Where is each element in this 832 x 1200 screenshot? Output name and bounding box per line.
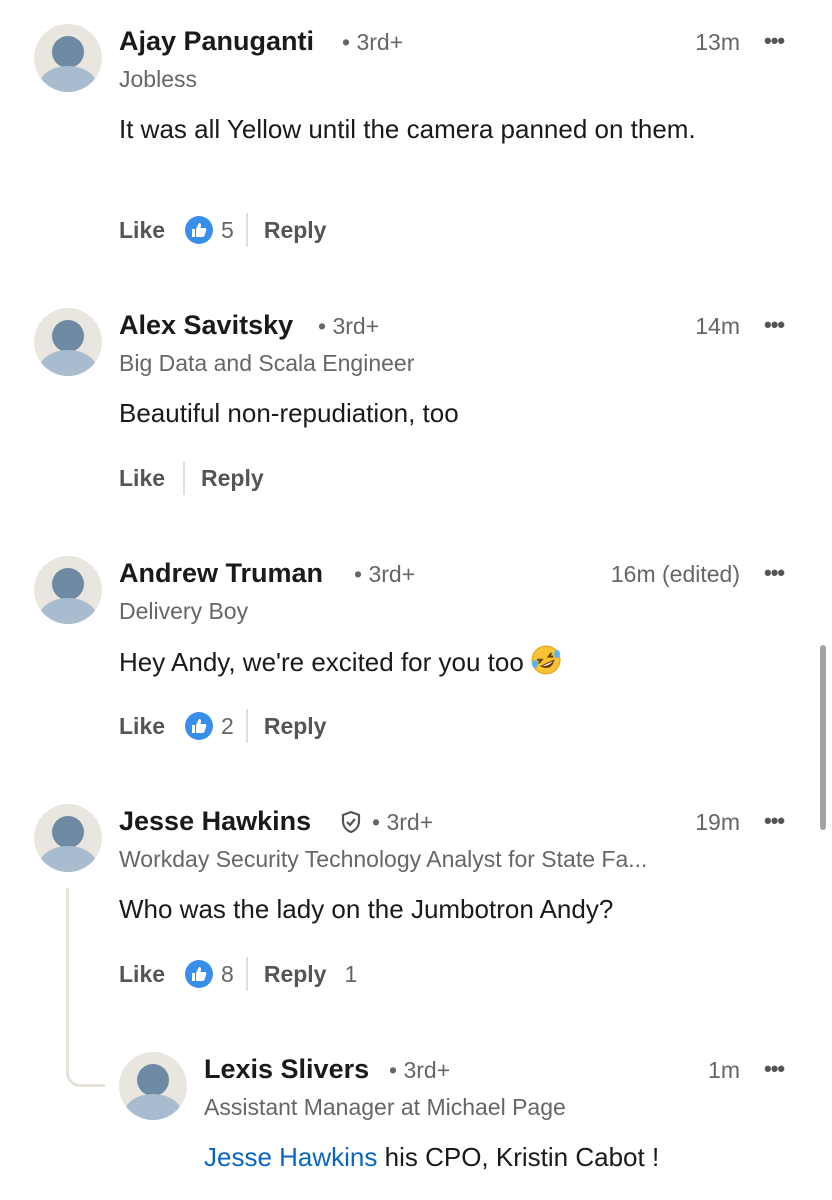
- timestamp: 14m: [695, 313, 740, 339]
- reply-count[interactable]: 1: [344, 961, 357, 988]
- timestamp: 1m: [708, 1057, 740, 1083]
- avatar[interactable]: [119, 1052, 187, 1120]
- commenter-name[interactable]: Andrew Truman: [119, 558, 323, 589]
- like-reaction-icon[interactable]: [185, 960, 214, 988]
- reply-button[interactable]: Reply: [264, 713, 327, 740]
- commenter-headline: Delivery Boy: [119, 598, 249, 624]
- comment-text: Beautiful non-repudiation, too: [119, 398, 459, 428]
- mention-link[interactable]: Jesse Hawkins: [204, 1142, 377, 1172]
- like-reaction-icon[interactable]: [185, 216, 214, 244]
- comment-actions: Like Reply: [119, 460, 264, 496]
- comment-actions: Like 5 Reply: [119, 212, 326, 248]
- comment-text: Hey Andy, we're excited for you too: [119, 644, 739, 680]
- commenter-headline: Jobless: [119, 66, 197, 92]
- more-options-icon[interactable]: •••: [764, 560, 785, 586]
- reply-button[interactable]: Reply: [201, 465, 264, 492]
- more-options-icon[interactable]: •••: [764, 1056, 785, 1082]
- commenter-name[interactable]: Alex Savitsky: [119, 310, 293, 341]
- comment-actions: Like 8 Reply 1: [119, 956, 357, 992]
- connection-degree: • 3rd+: [318, 313, 380, 339]
- timestamp: 19m: [695, 809, 740, 835]
- connection-degree: • 3rd+: [389, 1057, 451, 1083]
- reaction-count[interactable]: 2: [221, 713, 234, 740]
- commenter-headline: Big Data and Scala Engineer: [119, 350, 415, 376]
- like-button[interactable]: Like: [119, 465, 165, 492]
- like-button[interactable]: Like: [119, 713, 165, 740]
- more-options-icon[interactable]: •••: [764, 28, 785, 54]
- timestamp: 13m: [695, 29, 740, 55]
- divider: [245, 709, 248, 743]
- verified-shield-icon[interactable]: [340, 810, 362, 834]
- comment-text: It was all Yellow until the camera panne…: [119, 114, 696, 144]
- like-button[interactable]: Like: [119, 217, 165, 244]
- reaction-count[interactable]: 5: [221, 217, 234, 244]
- connection-degree: • 3rd+: [354, 561, 416, 587]
- avatar[interactable]: [34, 308, 102, 376]
- commenter-name[interactable]: Lexis Slivers: [204, 1054, 369, 1085]
- avatar[interactable]: [34, 804, 102, 872]
- more-options-icon[interactable]: •••: [764, 808, 785, 834]
- commenter-name[interactable]: Ajay Panuganti: [119, 26, 314, 57]
- comment-text: Jesse Hawkins his CPO, Kristin Cabot !: [204, 1142, 660, 1172]
- divider: [245, 213, 248, 247]
- connection-degree: • 3rd+: [342, 29, 404, 55]
- divider: [183, 461, 186, 495]
- like-reaction-icon[interactable]: [185, 712, 214, 740]
- commenter-headline: Assistant Manager at Michael Page: [204, 1094, 566, 1120]
- connection-degree: • 3rd+: [372, 809, 434, 835]
- avatar[interactable]: [34, 24, 102, 92]
- divider: [245, 957, 248, 991]
- comment-actions: Like 2 Reply: [119, 708, 326, 744]
- reply-button[interactable]: Reply: [264, 961, 327, 988]
- thread-connector-line: [66, 888, 105, 1087]
- scrollbar[interactable]: [820, 645, 826, 830]
- avatar[interactable]: [34, 556, 102, 624]
- reply-button[interactable]: Reply: [264, 217, 327, 244]
- reaction-count[interactable]: 8: [221, 961, 234, 988]
- timestamp: 16m (edited): [610, 561, 740, 587]
- comment-text: Who was the lady on the Jumbotron Andy?: [119, 894, 614, 924]
- like-button[interactable]: Like: [119, 961, 165, 988]
- commenter-headline: Workday Security Technology Analyst for …: [119, 846, 648, 872]
- rolling-on-floor-laughing-icon: [531, 645, 561, 675]
- more-options-icon[interactable]: •••: [764, 312, 785, 338]
- commenter-name[interactable]: Jesse Hawkins: [119, 806, 311, 837]
